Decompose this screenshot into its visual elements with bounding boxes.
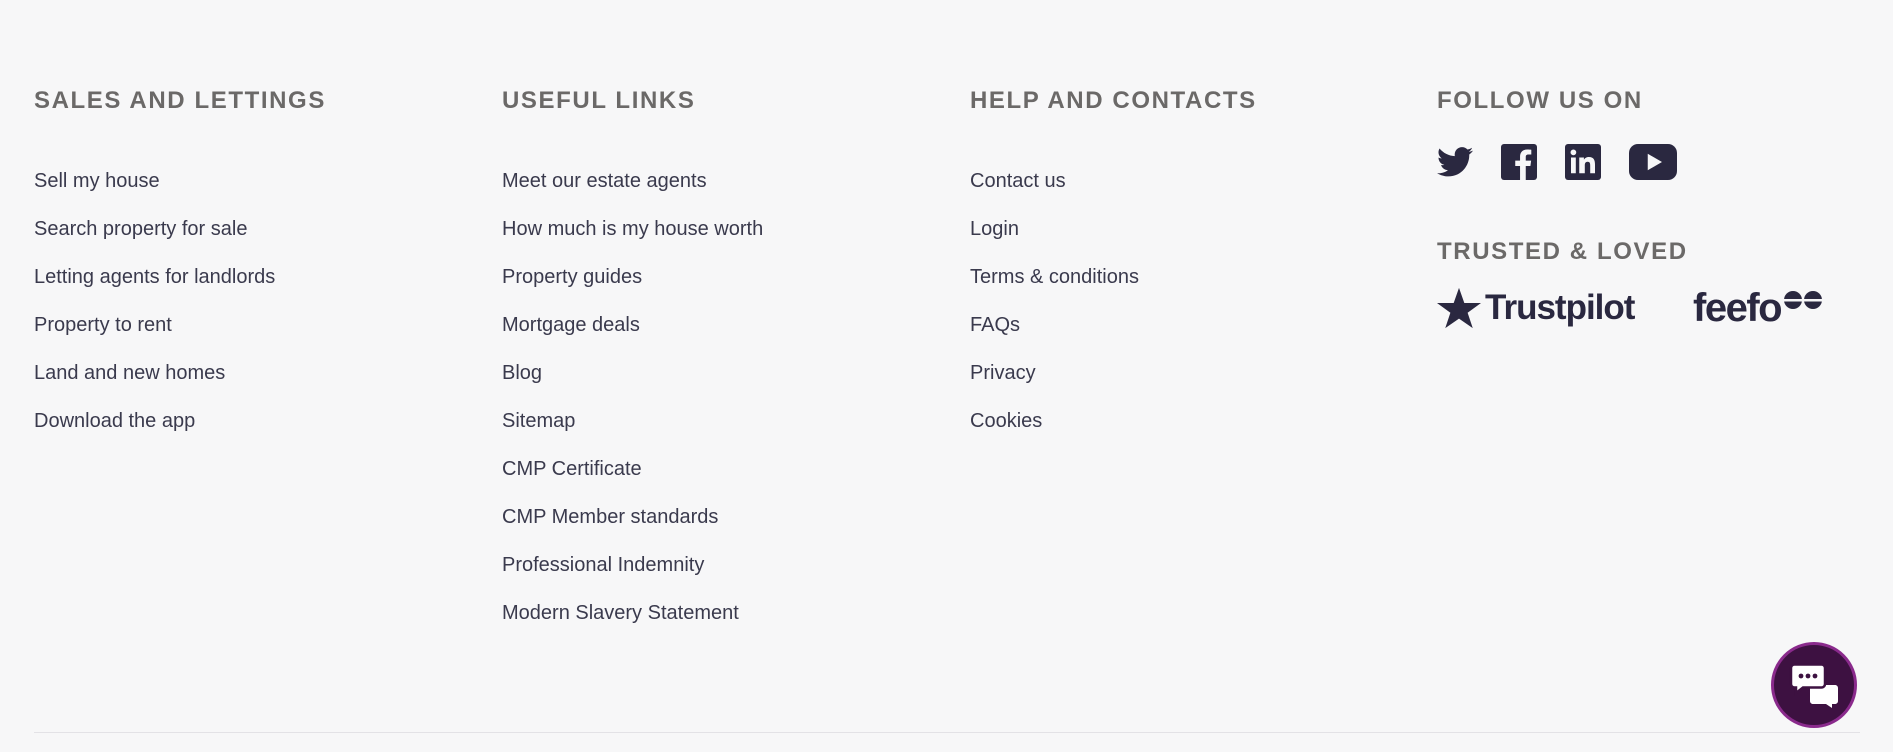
link-terms-and-conditions[interactable]: Terms & conditions [970,262,1139,310]
useful-links-heading: USEFUL LINKS [502,87,696,114]
link-cmp-certificate[interactable]: CMP Certificate [502,454,763,502]
link-letting-agents-for-landlords[interactable]: Letting agents for landlords [34,262,275,310]
link-meet-our-estate-agents[interactable]: Meet our estate agents [502,166,763,214]
help-and-contacts-column: HELP AND CONTACTS Contact us Login Terms… [970,86,1257,432]
trustpilot-logo[interactable]: Trustpilot [1437,284,1635,332]
chat-button[interactable] [1771,642,1857,728]
link-professional-indemnity[interactable]: Professional Indemnity [502,550,763,598]
site-footer: SALES AND LETTINGS Sell my house Search … [34,0,1864,752]
link-download-the-app[interactable]: Download the app [34,406,275,454]
link-blog[interactable]: Blog [502,358,763,406]
link-search-property-for-sale[interactable]: Search property for sale [34,214,275,262]
sales-and-lettings-column: SALES AND LETTINGS Sell my house Search … [34,86,326,432]
link-sitemap[interactable]: Sitemap [502,406,763,454]
link-how-much-is-my-house-worth[interactable]: How much is my house worth [502,214,763,262]
help-links-list: Contact us Login Terms & conditions FAQs… [970,166,1139,454]
facebook-icon[interactable] [1501,144,1537,185]
link-modern-slavery-statement[interactable]: Modern Slavery Statement [502,598,763,646]
feefo-logo[interactable]: feefo [1693,284,1823,332]
link-sell-my-house[interactable]: Sell my house [34,166,275,214]
follow-us-column: FOLLOW US ON TRUSTED & LOVED Trustpilot … [1437,86,1823,330]
link-privacy[interactable]: Privacy [970,358,1139,406]
sales-links-list: Sell my house Search property for sale L… [34,166,275,454]
link-contact-us[interactable]: Contact us [970,166,1139,214]
link-cmp-member-standards[interactable]: CMP Member standards [502,502,763,550]
feefo-label: feefo [1693,286,1783,330]
feefo-eyes-icon [1784,291,1823,309]
link-property-guides[interactable]: Property guides [502,262,763,310]
footer-divider [34,732,1860,733]
link-land-and-new-homes[interactable]: Land and new homes [34,358,275,406]
linkedin-icon[interactable] [1565,144,1601,185]
useful-links-list: Meet our estate agents How much is my ho… [502,166,763,646]
help-and-contacts-heading: HELP AND CONTACTS [970,87,1257,114]
link-mortgage-deals[interactable]: Mortgage deals [502,310,763,358]
chat-bubbles-icon [1789,663,1838,708]
follow-us-heading: FOLLOW US ON [1437,87,1643,114]
twitter-icon[interactable] [1437,146,1473,183]
trust-logos: Trustpilot feefo [1437,284,1857,344]
trustpilot-star-icon [1437,287,1481,329]
link-cookies[interactable]: Cookies [970,406,1139,454]
trusted-and-loved-heading: TRUSTED & LOVED [1437,238,1688,265]
link-property-to-rent[interactable]: Property to rent [34,310,275,358]
link-faqs[interactable]: FAQs [970,310,1139,358]
youtube-icon[interactable] [1629,144,1677,185]
link-login[interactable]: Login [970,214,1139,262]
sales-and-lettings-heading: SALES AND LETTINGS [34,87,326,114]
useful-links-column: USEFUL LINKS Meet our estate agents How … [502,86,763,624]
social-icons [1437,144,1677,185]
trustpilot-label: Trustpilot [1485,288,1635,327]
